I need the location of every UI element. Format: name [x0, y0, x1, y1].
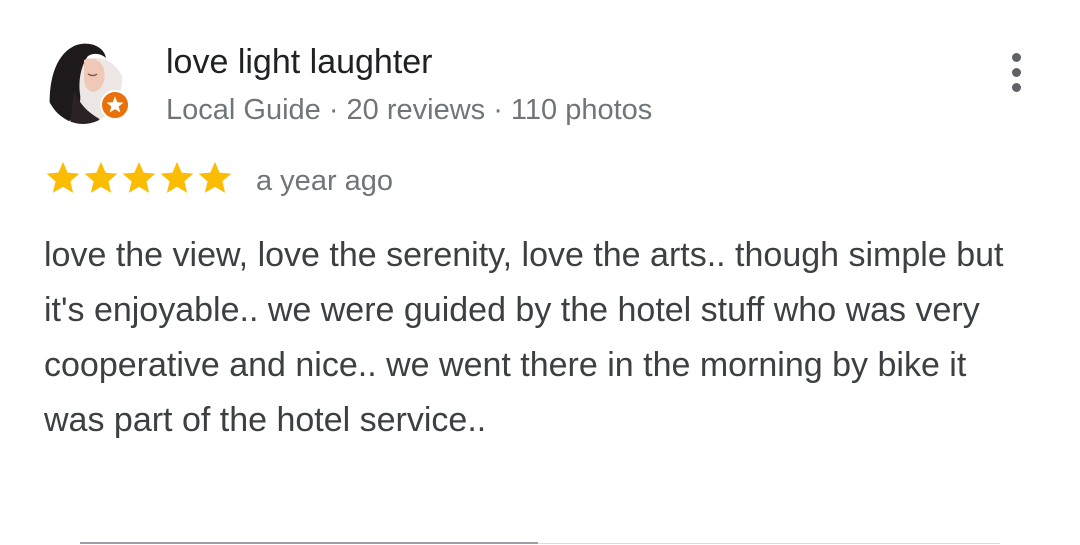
review-date: a year ago: [256, 165, 394, 197]
star-icon: [198, 161, 232, 193]
review-card: love light laughter Local Guide · 20 rev…: [0, 0, 1080, 545]
more-options-button[interactable]: [996, 46, 1036, 98]
author-meta: Local Guide · 20 reviews · 110 photos: [166, 94, 653, 126]
star-icon: [122, 161, 156, 193]
more-vert-icon-dot: [1011, 67, 1021, 77]
more-vert-icon: [1011, 52, 1021, 62]
divider: [538, 543, 1000, 544]
star-icon: [84, 161, 118, 193]
star-icon: [46, 161, 80, 193]
author-avatar-group[interactable]: [44, 34, 134, 124]
star-rating: [44, 158, 234, 198]
review-text: love the view, love the serenity, love t…: [44, 236, 1004, 439]
star-icon: [160, 161, 194, 193]
scroll-indicator: [80, 542, 538, 544]
author-name[interactable]: love light laughter: [166, 40, 433, 84]
more-vert-icon-dot: [1011, 82, 1021, 92]
local-guide-star-icon: [100, 90, 130, 120]
